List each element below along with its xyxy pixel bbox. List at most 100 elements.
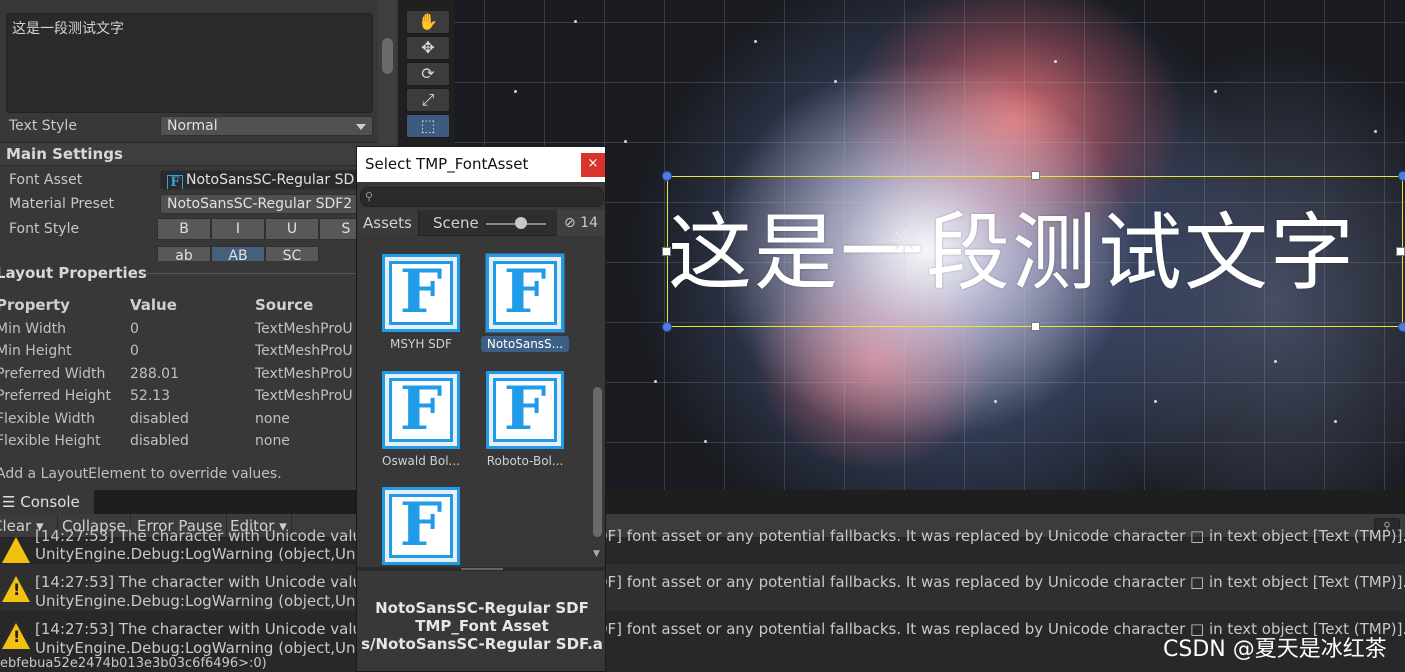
table-cell-source: TextMeshProU bbox=[255, 321, 353, 337]
font-asset-icon: F bbox=[389, 260, 453, 325]
text-style-dropdown[interactable]: Normal bbox=[160, 116, 373, 136]
star bbox=[1334, 420, 1337, 423]
log-entry[interactable]: ! [14:27:53] The character with Unicode … bbox=[0, 564, 1405, 611]
edge-handle[interactable] bbox=[1396, 247, 1405, 256]
grid-line bbox=[454, 22, 1405, 23]
grid-line bbox=[664, 0, 665, 490]
corner-handle[interactable] bbox=[662, 322, 672, 332]
selected-asset-info: NotoSansSC-Regular SDF TMP_Font Asset s/… bbox=[357, 599, 605, 653]
grid-line bbox=[454, 142, 1405, 143]
rect-transform-icon: ⬚ bbox=[420, 116, 436, 135]
underline-button[interactable]: U bbox=[265, 218, 319, 240]
layout-properties-footer: Add a LayoutElement to override values. bbox=[0, 466, 282, 482]
hand-icon: ✋ bbox=[418, 12, 438, 31]
table-cell-property: Min Width bbox=[0, 321, 66, 337]
font-asset-icon: F bbox=[389, 377, 453, 442]
table-cell-property: Flexible Width bbox=[0, 411, 95, 427]
star bbox=[1154, 400, 1157, 403]
material-preset-label: Material Preset bbox=[9, 196, 114, 212]
log-message-line2: UnityEngine.Debug:LogWarning (object,Uni… bbox=[35, 639, 375, 657]
splitter-grip-icon bbox=[461, 568, 503, 570]
asset-label: NotoSansS... bbox=[481, 336, 569, 352]
star bbox=[514, 90, 517, 93]
table-cell-source: TextMeshProU bbox=[255, 366, 353, 382]
asset-tile[interactable]: F bbox=[486, 371, 564, 449]
column-header-source: Source bbox=[255, 296, 314, 314]
rotate-tool-button[interactable]: ⟳ bbox=[406, 62, 450, 86]
popup-scrollbar[interactable] bbox=[593, 387, 602, 537]
table-cell-value: 288.01 bbox=[130, 366, 179, 382]
layout-properties-divider bbox=[143, 273, 358, 274]
asset-tile[interactable]: F bbox=[382, 371, 460, 449]
star bbox=[1374, 130, 1377, 133]
zoom-slider-knob[interactable] bbox=[515, 217, 527, 229]
corner-handle[interactable] bbox=[662, 171, 672, 181]
corner-handle[interactable] bbox=[1398, 171, 1405, 181]
star bbox=[754, 40, 757, 43]
column-header-property: Property bbox=[0, 296, 70, 314]
hidden-items-toggle[interactable]: ⊘ 14 bbox=[557, 210, 605, 236]
font-asset-label: Font Asset bbox=[9, 172, 83, 188]
text-style-label: Text Style bbox=[9, 118, 77, 134]
layout-properties-header: Layout Properties bbox=[0, 264, 147, 282]
text-input-area[interactable]: 这是一段测试文字 bbox=[6, 13, 373, 113]
italic-button[interactable]: I bbox=[211, 218, 265, 240]
console-tabbar bbox=[0, 490, 1405, 514]
star bbox=[834, 80, 837, 83]
asset-label: Oswald Bol... bbox=[382, 454, 460, 468]
star bbox=[1054, 60, 1057, 63]
bold-button[interactable]: B bbox=[157, 218, 211, 240]
font-asset-icon: F bbox=[389, 493, 453, 558]
table-cell-source: TextMeshProU bbox=[255, 388, 353, 404]
scale-tool-button[interactable]: ⤢ bbox=[406, 88, 450, 112]
inspector-scroll-thumb[interactable] bbox=[382, 38, 393, 74]
table-cell-value: disabled bbox=[130, 411, 189, 427]
asset-label: MSYH SDF bbox=[390, 337, 452, 351]
rect-tool-button[interactable]: ⬚ bbox=[406, 114, 450, 138]
table-cell-property: Flexible Height bbox=[0, 433, 101, 449]
star bbox=[654, 380, 657, 383]
close-button[interactable]: × bbox=[581, 153, 605, 177]
scroll-down-icon[interactable]: ▼ bbox=[593, 549, 600, 559]
console-icon: ☰ bbox=[2, 493, 16, 511]
table-cell-source: none bbox=[255, 433, 290, 449]
pivot-icon[interactable]: ✳ bbox=[890, 222, 919, 262]
popup-search-input[interactable]: ⚲ bbox=[360, 187, 604, 207]
log-message-line1: [14:27:53] The character with Unicode va… bbox=[35, 573, 372, 591]
corner-handle[interactable] bbox=[1398, 322, 1405, 332]
tab-console[interactable]: ☰ Console bbox=[0, 490, 94, 514]
table-cell-value: 0 bbox=[130, 321, 139, 337]
font-asset-field[interactable]: F NotoSansSC-Regular SD bbox=[160, 170, 378, 190]
material-preset-value: NotoSansSC-Regular SDF2 M bbox=[167, 196, 369, 212]
table-cell-source: TextMeshProU bbox=[255, 343, 353, 359]
log-message-line1-end: DF] font asset or any potential fallback… bbox=[596, 573, 1405, 591]
clear-label: Clear bbox=[0, 517, 32, 535]
log-message-line1-end: DF] font asset or any potential fallback… bbox=[596, 527, 1405, 545]
edge-handle[interactable] bbox=[1031, 171, 1040, 180]
scale-icon: ⤢ bbox=[421, 90, 435, 109]
main-settings-header[interactable]: Main Settings bbox=[0, 142, 378, 166]
font-asset-icon: F bbox=[167, 175, 183, 189]
font-asset-value: NotoSansSC-Regular SD bbox=[186, 172, 355, 188]
inspector-panel: 这是一段测试文字 Text Style Normal Main Settings… bbox=[0, 0, 400, 490]
material-preset-dropdown[interactable]: NotoSansSC-Regular SDF2 M bbox=[160, 194, 378, 214]
console-tab-label: Console bbox=[20, 493, 80, 511]
star bbox=[704, 440, 707, 443]
asset-tile[interactable]: F bbox=[382, 254, 460, 332]
chevron-down-icon bbox=[356, 124, 366, 130]
move-tool-button[interactable]: ✥ bbox=[406, 36, 450, 60]
tab-assets[interactable]: Assets bbox=[357, 210, 419, 236]
grid-line bbox=[454, 82, 1405, 83]
hand-tool-button[interactable]: ✋ bbox=[406, 10, 450, 34]
watermark-text: CSDN @夏天是冰红茶 bbox=[1163, 637, 1387, 662]
tab-scene[interactable]: Scene bbox=[427, 210, 485, 236]
table-cell-property: Preferred Width bbox=[0, 366, 106, 382]
asset-tile[interactable]: F bbox=[382, 487, 460, 565]
edge-handle[interactable] bbox=[1031, 322, 1040, 331]
hidden-count: 14 bbox=[580, 215, 598, 231]
console-status-line: ebfebua52e2474b013e3b03c6f6496>:0) bbox=[0, 656, 267, 671]
close-icon: × bbox=[587, 156, 599, 171]
scene-tmp-text: 这是一段测试文字 bbox=[668, 204, 1357, 302]
selected-asset-path: s/NotoSansSC-Regular SDF.a bbox=[361, 635, 603, 653]
asset-tile-selected[interactable]: F bbox=[486, 254, 564, 332]
